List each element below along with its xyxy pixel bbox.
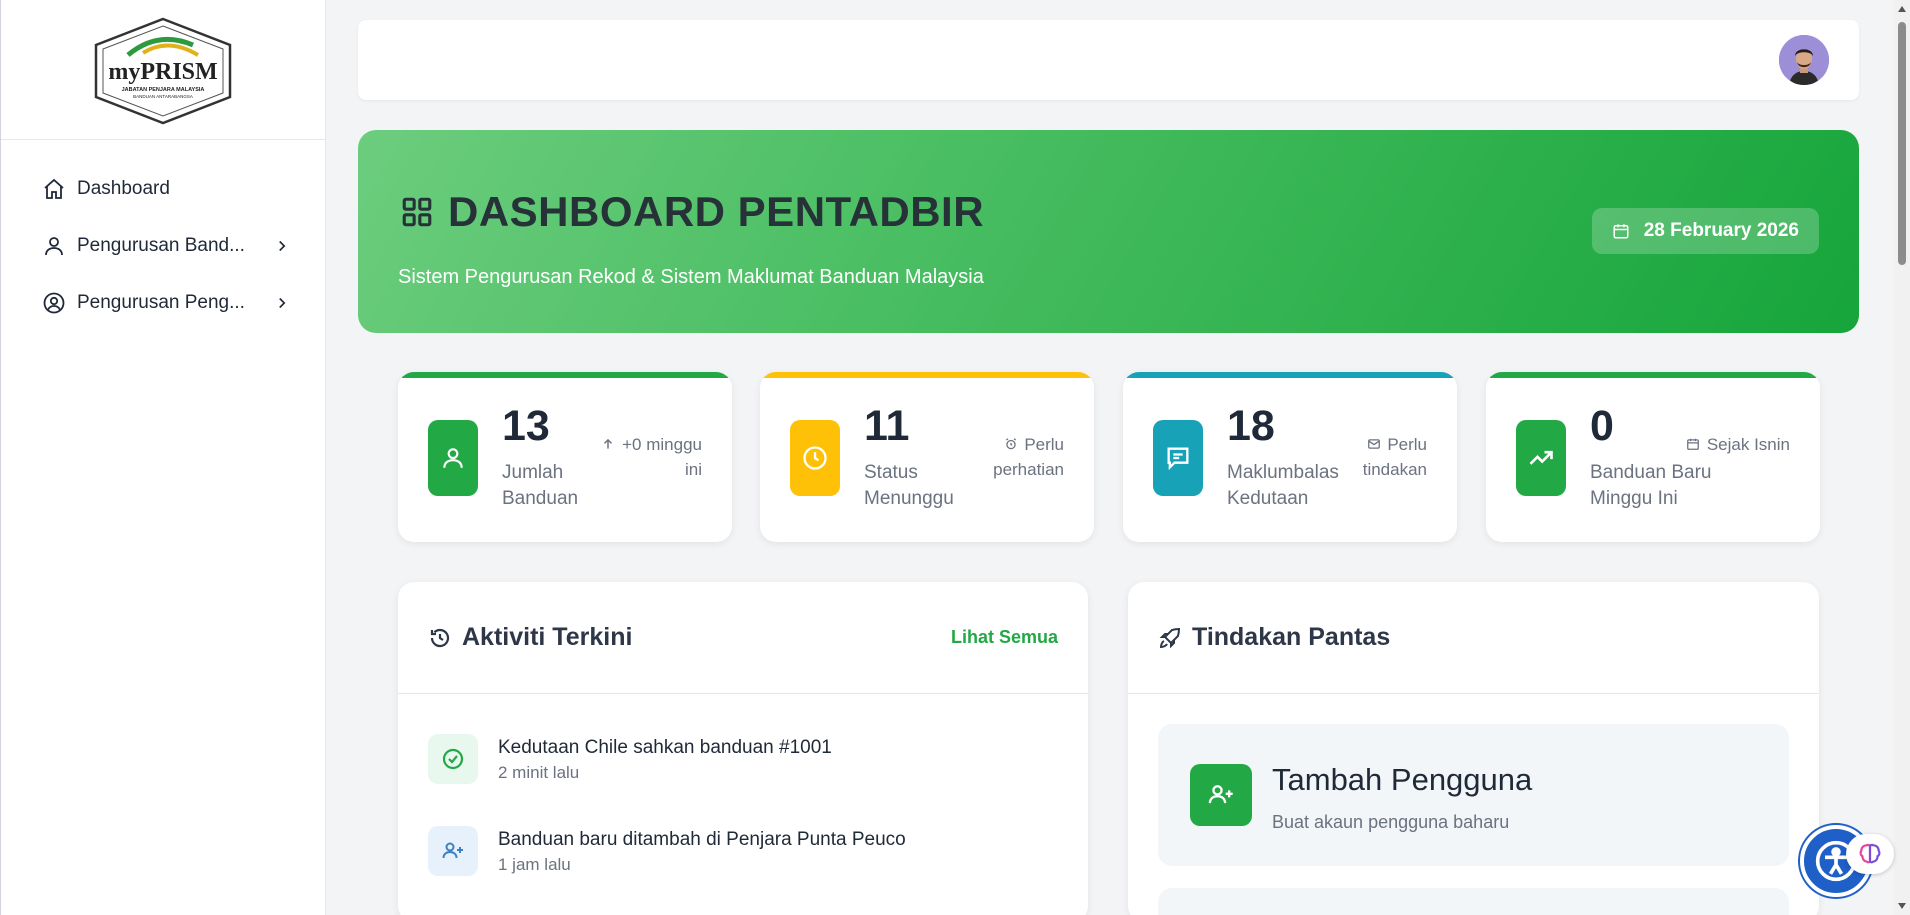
logo-brand-text: myPRISM <box>108 59 217 85</box>
stat-card-status-menunggu[interactable]: 11 Status Menunggu Perlu perhatian <box>760 372 1094 542</box>
stat-note: Perlu tindakan <box>1317 432 1427 482</box>
ai-assistant-button[interactable] <box>1846 834 1894 874</box>
stat-value: 11 <box>864 402 910 450</box>
activity-time: 2 minit lalu <box>498 763 580 782</box>
activity-item[interactable]: Kedutaan Chile sahkan banduan #1001 2 mi… <box>428 734 832 784</box>
user-plus-icon <box>428 826 478 876</box>
stat-card-maklumbalas-kedutaan[interactable]: 18 Maklumbalas Kedutaan Perlu tindakan <box>1123 372 1457 542</box>
check-circle-icon <box>428 734 478 784</box>
panel-header: Aktiviti Terkini Lihat Semua <box>398 582 1088 694</box>
page-title-text: DASHBOARD PENTADBIR <box>448 188 985 235</box>
clock-icon <box>790 420 840 496</box>
hero-banner: DASHBOARD PENTADBIR Sistem Pengurusan Re… <box>358 130 1859 333</box>
panel-title: Aktiviti Terkini <box>462 623 633 651</box>
home-icon <box>41 176 67 202</box>
stat-card-jumlah-banduan[interactable]: 13 Jumlah Banduan +0 minggu ini <box>398 372 732 542</box>
sidebar-item-label: Dashboard <box>77 177 170 199</box>
sidebar-item-dashboard[interactable]: Dashboard <box>1 160 325 217</box>
stat-note: Sejak Isnin <box>1680 432 1790 457</box>
recent-activity-panel: Aktiviti Terkini Lihat Semua Kedutaan Ch… <box>398 582 1088 915</box>
sidebar-item-pengurusan-pengguna[interactable]: Pengurusan Peng... <box>1 274 325 331</box>
logo-tagline: JABATAN PENJARA MALAYSIA <box>122 87 205 93</box>
quick-action-subtitle: Buat akaun pengguna baharu <box>1272 812 1510 832</box>
topbar <box>358 20 1859 100</box>
stat-note-text: Sejak Isnin <box>1706 435 1790 454</box>
user-avatar[interactable] <box>1779 35 1829 85</box>
sidebar: myPRISM JABATAN PENJARA MALAYSIA BANDUAN… <box>0 0 326 915</box>
quick-action-add-user[interactable]: Tambah Pengguna Buat akaun pengguna baha… <box>1158 724 1789 866</box>
stat-value: 18 <box>1227 402 1275 450</box>
user-plus-icon <box>1190 764 1252 826</box>
user-icon <box>41 233 67 259</box>
quick-action-title: Tambah Pengguna <box>1272 762 1533 797</box>
date-badge: 28 February 2026 <box>1591 208 1819 254</box>
alarm-icon <box>1005 438 1016 450</box>
quick-action-next[interactable] <box>1158 888 1789 915</box>
sidebar-item-pengurusan-banduan[interactable]: Pengurusan Band... <box>1 217 325 274</box>
mail-icon <box>1367 439 1380 449</box>
stat-value: 0 <box>1590 402 1614 450</box>
activity-time: 1 jam lalu <box>498 855 571 874</box>
stat-accent-bar <box>1123 372 1457 378</box>
stat-label: Banduan Baru Minggu Ini <box>1590 462 1712 509</box>
chevron-right-icon <box>279 297 286 308</box>
stat-accent-bar <box>760 372 1094 378</box>
myprism-logo[interactable]: myPRISM JABATAN PENJARA MALAYSIA BANDUAN… <box>88 15 238 125</box>
grid-icon <box>402 197 432 227</box>
scroll-up-arrow[interactable] <box>1898 6 1906 12</box>
stat-note-text: +0 minggu ini <box>622 435 702 479</box>
calendar-icon <box>1687 438 1699 450</box>
activity-text: Kedutaan Chile sahkan banduan #1001 <box>498 737 832 758</box>
sidebar-nav: Dashboard Pengurusan Band... Pengurusan … <box>1 140 325 331</box>
brain-icon <box>1859 843 1881 864</box>
user-circle-icon <box>41 290 67 316</box>
page-title: DASHBOARD PENTADBIR <box>400 188 984 236</box>
page-scrollbar[interactable] <box>1894 0 1910 915</box>
stat-note: Perlu perhatian <box>954 432 1064 482</box>
stat-accent-bar <box>398 372 732 378</box>
activity-text: Banduan baru ditambah di Penjara Punta P… <box>498 829 906 850</box>
calendar-icon <box>1613 224 1629 239</box>
stat-card-banduan-baru[interactable]: 0 Banduan Baru Minggu Ini Sejak Isnin <box>1486 372 1820 542</box>
logo-tagline-2: BANDUAN ANTARABANGSA <box>133 94 193 99</box>
stat-note: +0 minggu ini <box>592 432 702 482</box>
stat-value: 13 <box>502 402 550 450</box>
trend-up-icon <box>1516 420 1566 496</box>
quick-actions-panel: Tindakan Pantas Tambah Pengguna Buat aka… <box>1128 582 1819 915</box>
panel-header: Tindakan Pantas <box>1128 582 1819 694</box>
view-all-link[interactable]: Lihat Semua <box>951 627 1058 648</box>
sidebar-item-label: Pengurusan Peng... <box>77 291 245 313</box>
chat-icon <box>1153 420 1203 496</box>
page-subtitle: Sistem Pengurusan Rekod & Sistem Makluma… <box>398 266 984 288</box>
chevron-right-icon <box>279 240 286 251</box>
user-icon <box>428 420 478 496</box>
activity-item[interactable]: Banduan baru ditambah di Penjara Punta P… <box>428 826 906 876</box>
scrollbar-thumb[interactable] <box>1898 22 1906 265</box>
panel-title: Tindakan Pantas <box>1192 623 1391 651</box>
scroll-down-arrow[interactable] <box>1898 903 1906 909</box>
date-text: 28 February 2026 <box>1643 220 1799 241</box>
logo-container: myPRISM JABATAN PENJARA MALAYSIA BANDUAN… <box>1 0 325 140</box>
history-icon <box>430 628 450 647</box>
stat-accent-bar <box>1486 372 1820 378</box>
sidebar-item-label: Pengurusan Band... <box>77 234 245 256</box>
arrow-up-icon <box>604 438 613 449</box>
rocket-icon <box>1159 627 1181 648</box>
